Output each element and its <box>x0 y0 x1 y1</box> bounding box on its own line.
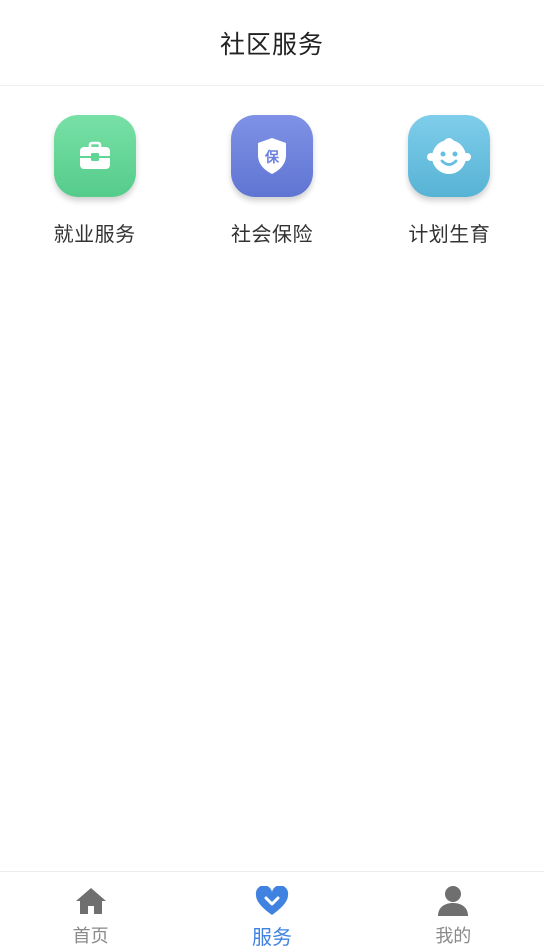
tab-services[interactable]: 服务 <box>197 872 347 950</box>
tab-home[interactable]: 首页 <box>16 872 166 950</box>
service-social-insurance[interactable]: 保 社会保险 <box>197 115 347 247</box>
tab-label: 我的 <box>435 926 472 947</box>
shield-badge-text: 保 <box>264 149 280 166</box>
service-label: 计划生育 <box>408 222 491 246</box>
service-family-planning[interactable]: 计划生育 <box>374 115 524 247</box>
tab-profile[interactable]: 我的 <box>378 872 528 950</box>
home-icon <box>75 884 107 918</box>
briefcase-icon <box>53 115 136 197</box>
tab-label: 首页 <box>72 926 109 947</box>
bottom-tab-bar: 首页 服务 我的 <box>0 871 544 950</box>
service-label: 就业服务 <box>53 222 136 246</box>
service-employment[interactable]: 就业服务 <box>20 115 170 247</box>
service-grid: 就业服务 保 社会保险 计划生育 <box>0 115 544 247</box>
app-screen: 社区服务 就业服务 保 社会保险 计划生育 首页 服务 我的 <box>0 0 544 950</box>
heart-icon <box>255 884 289 917</box>
tab-label: 服务 <box>251 925 292 949</box>
insurance-shield-icon: 保 <box>230 115 313 197</box>
person-icon <box>437 884 469 918</box>
page-title: 社区服务 <box>219 29 324 59</box>
baby-face-icon <box>408 115 491 197</box>
header-bar: 社区服务 <box>0 0 544 86</box>
service-label: 社会保险 <box>230 222 313 246</box>
